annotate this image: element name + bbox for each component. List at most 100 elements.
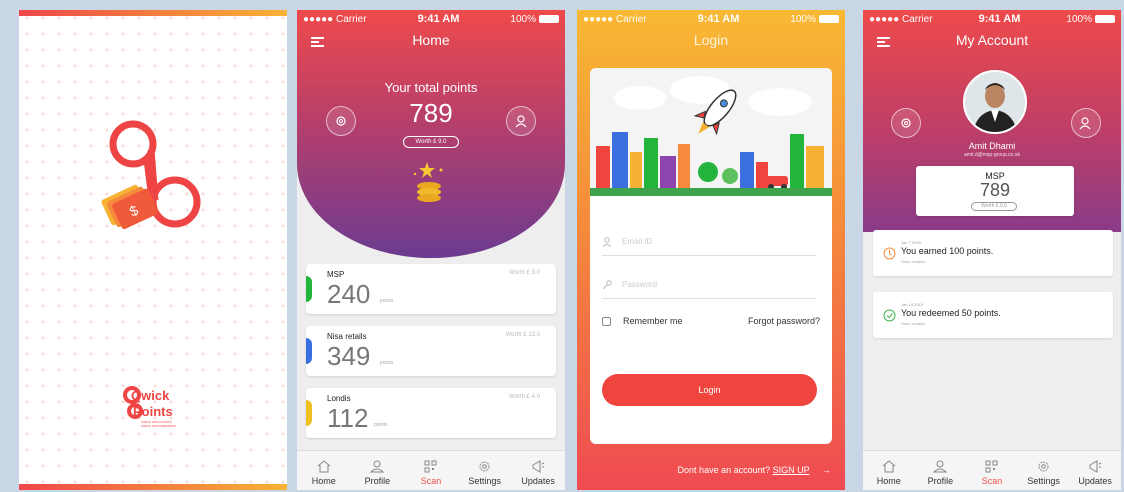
total-worth-badge: Worth £ 9.0 [403,136,459,148]
activity-date: Jan 14 2015 [901,302,924,307]
store-worth: Worth £ 9.0 [509,270,540,276]
splash-screen: $ Qwick Points QWICK WITH POINTS QWICK W… [19,10,287,490]
signup-link[interactable]: SIGN UP [773,465,810,475]
settings-button[interactable] [891,108,921,138]
tab-scan[interactable]: Scan [404,451,458,490]
store-points: 349 [327,341,371,371]
tab-label: Profile [927,476,954,486]
page-title: My Account [955,32,1029,48]
tab-label: Settings [468,476,501,486]
tab-label: Home [876,476,901,486]
battery-percent: 100% [790,13,816,25]
coins-star-icon [413,162,443,202]
remember-me[interactable]: Remember me [602,316,683,326]
status-time: 9:41 AM [978,13,1021,25]
page-title: Home [412,32,450,48]
gear-icon [479,461,490,472]
battery-icon [819,15,839,23]
remember-checkbox[interactable] [602,316,611,326]
home-icon [317,460,331,473]
account-card-worth: Worth £ 9.0 [971,202,1017,211]
brand-line1: Qwick [131,388,170,403]
signup-prompt: Dont have an account? [677,465,771,475]
app-logo-icon: $ [101,120,201,230]
tab-bar: Home Profile Scan Settings Updates [863,450,1121,490]
home-icon [882,460,896,473]
tab-label: Settings [1027,476,1060,486]
store-card-londis[interactable]: Londis Worth £ 4.0 112 points [306,388,556,438]
tab-profile[interactable]: Profile [351,451,405,490]
forgot-password-link[interactable]: Forgot password? [748,316,820,326]
activity-location: Store location [901,321,926,326]
battery-percent: 100% [1066,13,1092,25]
user-icon [515,115,527,128]
status-carrier: ●●●●● Carrier [303,13,367,25]
city-rocket-illustration [590,68,832,196]
page-title: Login [693,32,729,48]
splash-brand: Qwick Points QWICK WITH POINTS QWICK WIT… [117,384,207,434]
profile-button[interactable] [506,106,536,136]
settings-button[interactable] [326,106,356,136]
edit-profile-button[interactable] [1071,108,1101,138]
points-unit: points [380,360,394,366]
tab-settings[interactable]: Settings [458,451,512,490]
activity-item[interactable]: Jan 7 2015 You earned 100 points. Store … [873,230,1113,276]
account-card-points: 789 [979,180,1011,200]
login-button[interactable]: Login [602,374,817,406]
points-unit: points [374,422,388,428]
gear-icon [1038,461,1049,472]
battery-percent: 100% [510,13,536,25]
user-icon [602,236,612,247]
email-input[interactable] [622,237,792,246]
account-name: Amit Dhami [968,141,1016,151]
user-photo-icon [965,72,1025,132]
tab-home[interactable]: Home [863,451,915,490]
store-name: Nisa retails [327,332,367,341]
tab-label: Updates [1078,476,1112,486]
tab-profile[interactable]: Profile [915,451,967,490]
account-screen: ●●●●● Carrier 9:41 AM 100% My Account Am… [863,10,1121,490]
email-field[interactable] [602,228,816,256]
tab-label: Profile [364,476,391,486]
login-screen: ●●●●● Carrier 9:41 AM 100% Login Email I… [577,10,845,490]
card-accent [306,338,312,364]
account-email: amit.d@msp-group.co.uk [964,152,1020,158]
store-worth: Worth £ 4.0 [509,394,540,400]
password-field[interactable] [602,271,816,299]
status-time: 9:41 AM [697,13,740,25]
tab-home[interactable]: Home [297,451,351,490]
profile-icon [370,460,385,473]
tab-label: Updates [521,476,555,486]
account-points-card: MSP 789 Worth £ 9.0 [916,166,1074,216]
tab-updates[interactable]: Updates [511,451,565,490]
status-battery: 100% [790,14,839,25]
splash-top-bar [19,10,287,16]
arrow-right-icon[interactable]: → [822,465,831,475]
tab-settings[interactable]: Settings [1018,451,1070,490]
signup-row: Dont have an account? SIGN UP → [678,465,831,475]
brand-tagline2: QWICK WITH REWARDS [141,424,176,428]
tab-scan[interactable]: Scan [966,451,1018,490]
activity-item[interactable]: Jan 14 2015 You redeemed 50 points. Stor… [873,292,1113,338]
megaphone-icon [532,460,545,473]
splash-bottom-bar [19,484,287,490]
store-card-nisa[interactable]: Nisa retails Worth £ 13.0 349 points [306,326,556,376]
points-unit: points [380,298,394,304]
card-accent [306,400,312,426]
avatar[interactable] [963,70,1027,134]
status-time: 9:41 AM [417,13,460,25]
key-icon [602,279,612,289]
login-card: Remember me Forgot password? Login [590,68,832,444]
tab-label: Scan [420,476,442,486]
store-card-msp[interactable]: MSP Worth £ 9.0 240 points [306,264,556,314]
gear-icon [901,118,911,128]
status-bar: ●●●●● Carrier 9:41 AM 100% [577,10,845,28]
status-bar: ●●●●● Carrier 9:41 AM 100% [863,10,1121,28]
store-name: Londis [327,394,351,403]
home-screen: ●●●●● Carrier 9:41 AM 100% Home Your tot… [297,10,565,490]
password-input[interactable] [622,280,792,289]
tab-updates[interactable]: Updates [1069,451,1121,490]
tab-label: Home [311,476,336,486]
profile-icon [933,460,948,473]
store-points: 112 [327,403,369,433]
